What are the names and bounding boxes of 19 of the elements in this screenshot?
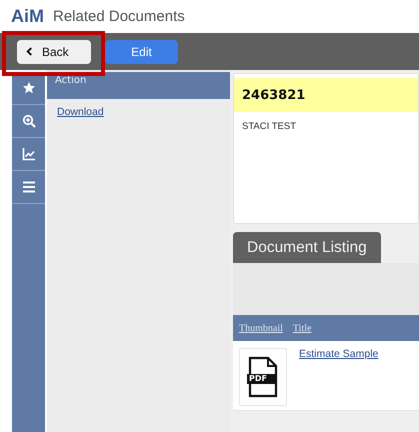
document-thumbnail[interactable]: PDF (239, 348, 287, 406)
panel-header: Action (47, 72, 230, 99)
download-link[interactable]: Download (57, 106, 104, 118)
star-icon[interactable] (22, 81, 36, 95)
record-description: STACI TEST (241, 120, 298, 132)
chevron-left-icon (26, 47, 33, 56)
edit-button[interactable]: Edit (105, 40, 178, 64)
file-type-label: PDF (247, 374, 275, 384)
line-chart-icon[interactable] (22, 147, 36, 161)
record-id: 2463821 (234, 78, 418, 112)
section-tab[interactable]: Document Listing (233, 232, 381, 263)
column-link[interactable]: Thumbnail (239, 322, 283, 334)
column-link[interactable]: Title (292, 322, 312, 334)
app-logo: AiM (11, 6, 44, 27)
zoom-in-icon[interactable] (22, 114, 36, 128)
document-link[interactable]: Estimate Sample (299, 348, 378, 360)
back-button[interactable]: Back (17, 40, 91, 64)
menu-icon[interactable] (22, 180, 36, 194)
page-title: Related Documents (53, 8, 185, 25)
